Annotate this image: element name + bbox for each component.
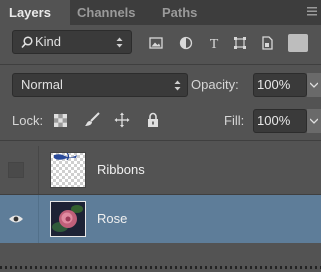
- filter-kind-label: Kind: [35, 34, 62, 49]
- chevron-down-icon: [310, 118, 318, 124]
- layer-thumbnail-ribbons: [50, 152, 86, 188]
- tab-layers[interactable]: Layers: [0, 0, 70, 25]
- opacity-slider-button[interactable]: [307, 73, 321, 97]
- image-filter-icon[interactable]: [149, 36, 163, 50]
- shape-filter-icon[interactable]: [233, 36, 247, 50]
- lock-row: Lock: Fill: 100%: [0, 106, 321, 136]
- eye-icon[interactable]: [8, 213, 24, 225]
- layers-panel: Layers Channels Paths Kind T Normal Opac…: [0, 0, 321, 272]
- layer-filter-row: Kind T: [0, 30, 321, 62]
- panel-tab-bar: Layers Channels Paths: [0, 0, 321, 25]
- smart-object-filter-icon[interactable]: [260, 36, 274, 50]
- lock-position-icon[interactable]: [114, 112, 130, 128]
- lock-label: Lock:: [12, 113, 44, 128]
- layer-name-rose[interactable]: Rose: [97, 195, 127, 243]
- opacity-label: Opacity:: [191, 77, 239, 92]
- divider: [0, 64, 321, 65]
- lock-all-icon[interactable]: [147, 112, 159, 128]
- filter-kind-select[interactable]: Kind: [12, 30, 132, 54]
- tab-paths[interactable]: Paths: [162, 0, 212, 25]
- layer-thumbnail-rose: [50, 201, 86, 237]
- lock-transparent-pixels-icon[interactable]: [54, 114, 67, 127]
- chevron-down-icon: [310, 82, 318, 88]
- blend-mode-value: Normal: [21, 77, 63, 92]
- adjustment-filter-icon[interactable]: [179, 36, 193, 50]
- type-filter-icon[interactable]: T: [207, 36, 221, 50]
- fill-slider-button[interactable]: [307, 109, 321, 133]
- divider: [0, 140, 321, 141]
- layer-name-ribbons[interactable]: Ribbons: [97, 146, 145, 194]
- fill-value: 100%: [257, 113, 291, 128]
- opacity-value: 100%: [257, 77, 291, 92]
- tab-channels[interactable]: Channels: [77, 0, 149, 25]
- divider: [38, 195, 39, 243]
- blend-mode-select[interactable]: Normal: [12, 73, 188, 97]
- layer-row-ribbons[interactable]: Ribbons: [0, 146, 321, 194]
- search-icon: [21, 36, 33, 49]
- blend-row: Normal Opacity: 100%: [0, 70, 321, 100]
- filter-toggle-button[interactable]: [288, 34, 308, 52]
- chevron-updown-icon: [116, 37, 123, 48]
- visibility-toggle-empty[interactable]: [8, 162, 24, 178]
- layer-row-rose[interactable]: Rose: [0, 195, 321, 243]
- chevron-updown-icon: [174, 80, 181, 91]
- lock-image-pixels-icon[interactable]: [84, 112, 100, 128]
- fill-field[interactable]: 100%: [253, 109, 307, 133]
- fill-label: Fill:: [224, 113, 245, 128]
- opacity-field[interactable]: 100%: [253, 73, 307, 97]
- panel-bottom-edge: [0, 266, 321, 269]
- divider: [38, 146, 39, 194]
- svg-text:T: T: [210, 37, 219, 50]
- panel-menu-icon[interactable]: [307, 6, 317, 16]
